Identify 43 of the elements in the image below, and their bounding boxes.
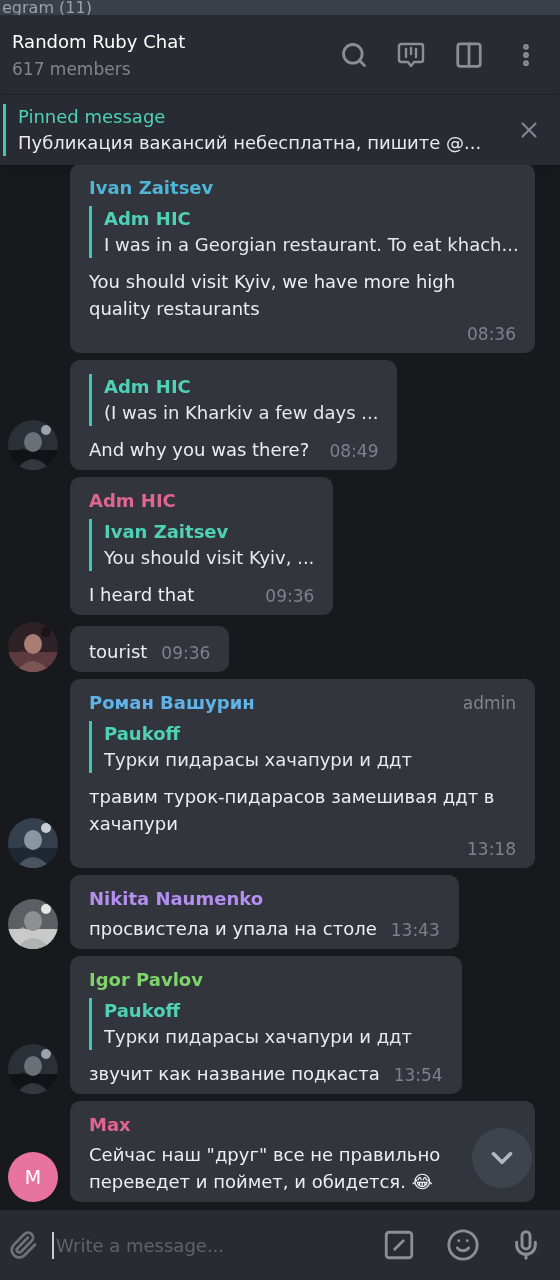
reply-text[interactable]: I was in a Georgian restaurant. To eat khach... [104,232,516,258]
emoji-icon[interactable] [446,1228,480,1262]
message-text: You should visit Kyiv, we have more high quality restaurants [89,270,457,321]
message-text: Сейчас наш "друг" все не правильно переведет и поймет, и обидется. 😂 [89,1143,442,1194]
pinned-bar[interactable]: Pinned message Публикация вакансий небесплатна, пишите @... [0,95,560,165]
command-icon[interactable] [382,1228,416,1262]
message-text: I heard that [89,583,195,607]
message-text: tourist [89,640,148,664]
sender-name[interactable]: Ivan Zaitsev [89,174,214,202]
reply-author[interactable]: Adm HIC [104,206,516,232]
reply-text[interactable]: You should visit Kyiv, ... [104,545,315,571]
message-time: 09:36 [161,642,211,665]
search-icon[interactable] [340,40,368,69]
chat-title[interactable]: Random Ruby Chat [12,27,340,56]
avatar-letter: M [24,1164,42,1190]
reply-author[interactable]: Ivan Zaitsev [104,519,315,545]
message-time: 09:36 [265,585,315,608]
pinned-text: Публикация вакансий небесплатна, пишите @... [18,131,483,155]
message-time: 13:18 [467,838,516,861]
sender-name[interactable]: Nikita Naumenko [89,885,264,913]
message-time: 13:54 [393,1064,443,1087]
message-time: 08:49 [329,440,379,463]
message-text: And why you was there? [89,438,310,462]
message-text: просвистела и упала на столе [89,917,377,941]
reply-author[interactable]: Adm HIC [104,374,379,400]
message-text: травим турок-пидарасов замешивая ддт в хачапури [89,785,496,836]
attach-icon[interactable] [8,1230,38,1260]
pinned-label: Pinned message [18,105,167,129]
reply-text[interactable]: Турки пидарасы хачапури и ддт [104,1024,443,1050]
reply-text[interactable]: Турки пидарасы хачапури и ддт [104,747,516,773]
admin-label: admin [462,692,516,715]
sender-name[interactable]: Max [89,1111,131,1139]
reply-author[interactable]: Paukoff [104,721,516,747]
sender-name[interactable]: Igor Pavlov [89,966,203,994]
reply-text[interactable]: (I was in Kharkiv a few days ... [104,400,379,426]
member-count: 617 members [12,57,132,81]
reply-author[interactable]: Paukoff [104,998,443,1024]
sender-name[interactable]: Adm HIC [89,487,176,515]
message-time: 08:36 [467,323,516,346]
sidebar-icon[interactable] [454,39,484,70]
message-text: звучит как название подкаста [89,1062,380,1086]
sender-name[interactable]: Роман Вашурин [89,689,255,717]
message-time: 13:43 [390,919,440,942]
